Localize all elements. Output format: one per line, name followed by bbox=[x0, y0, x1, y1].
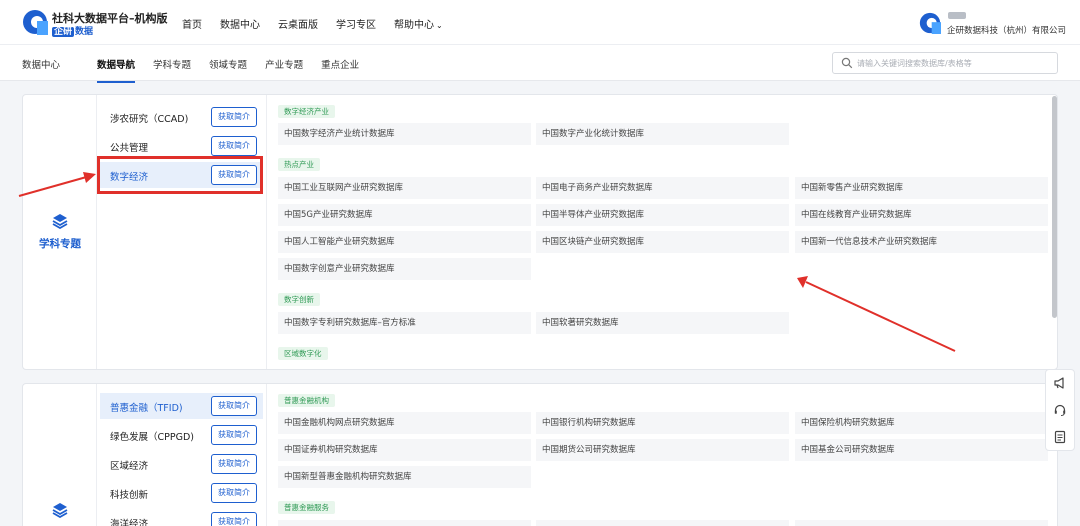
top-header: 社科大数据平台–机构版 企研 数据 首页 数据中心 云桌面版 学习专区 帮助中心 ⌄… bbox=[0, 0, 1080, 45]
subnav-domain-topics[interactable]: 领域专题 bbox=[209, 57, 247, 71]
database-item[interactable]: 中国期货公司研究数据库 bbox=[536, 439, 789, 461]
subject-panel-1: 学科专题 涉农研究（CCAD) 获取简介 公共管理 获取简介 数字经济 获取简介… bbox=[22, 94, 1058, 370]
database-item[interactable]: 中国数字专利研究数据库–官方标准 bbox=[278, 312, 531, 334]
database-item[interactable]: 中国基金公司研究数据库 bbox=[795, 439, 1048, 461]
get-intro-button[interactable]: 获取简介 bbox=[211, 136, 257, 156]
category-tag: 热点产业 bbox=[278, 158, 320, 171]
nav-home[interactable]: 首页 bbox=[182, 16, 202, 31]
category-tag: 数字经济产业 bbox=[278, 105, 335, 118]
database-item[interactable]: 中国新一代信息技术产业研究数据库 bbox=[795, 231, 1048, 253]
subject-name: 海洋经济 bbox=[110, 519, 149, 526]
category-tag: 普惠金融机构 bbox=[278, 394, 335, 407]
nav-help-center[interactable]: 帮助中心 ⌄ bbox=[394, 16, 443, 31]
panel-title: 学科专题 bbox=[39, 238, 81, 250]
search-box[interactable] bbox=[832, 52, 1058, 74]
subject-name: 绿色发展（CPPGD) bbox=[110, 432, 194, 443]
subnav-data-navigation[interactable]: 数据导航 bbox=[97, 57, 136, 83]
database-item[interactable]: 中国数字产业化统计数据库 bbox=[536, 123, 789, 145]
company-logo-icon[interactable] bbox=[919, 12, 941, 34]
subject-panel-2: 普惠金融（TFID) 获取简介 绿色发展（CPPGD) 获取简介 区域经济 获取… bbox=[22, 383, 1058, 526]
subnav-key-enterprises[interactable]: 重点企业 bbox=[321, 57, 359, 71]
secondary-nav: 数据中心 数据导航 学科专题 领域专题 产业专题 重点企业 bbox=[22, 57, 377, 83]
database-item[interactable]: 中国工业互联网产业研究数据库 bbox=[278, 177, 531, 199]
subject-name: 科技创新 bbox=[110, 490, 149, 501]
get-intro-button[interactable]: 获取简介 bbox=[211, 512, 257, 526]
megaphone-icon[interactable] bbox=[1053, 376, 1067, 390]
category-tag: 数字创新 bbox=[278, 293, 320, 306]
layers-icon bbox=[52, 503, 68, 518]
subject-item[interactable]: 绿色发展（CPPGD) 获取简介 bbox=[100, 422, 263, 448]
get-intro-button[interactable]: 获取简介 bbox=[211, 396, 257, 416]
subject-item[interactable]: 涉农研究（CCAD) 获取简介 bbox=[100, 104, 263, 130]
database-item[interactable]: 中国保险机构研究数据库 bbox=[795, 412, 1048, 434]
subject-name: 区域经济 bbox=[110, 461, 149, 472]
panel-category-column bbox=[23, 384, 97, 526]
subject-item[interactable]: 海洋经济 获取简介 bbox=[100, 509, 263, 526]
database-item[interactable]: 中国软著研究数据库 bbox=[536, 312, 789, 334]
database-item[interactable]: 中国银行机构研究数据库 bbox=[536, 412, 789, 434]
database-item[interactable]: 中国金融机构网点研究数据库 bbox=[278, 412, 531, 434]
category-tag: 区域数字化 bbox=[278, 347, 328, 360]
user-company[interactable]: 企研数据科技（杭州）有限公司 bbox=[947, 24, 1066, 36]
database-item[interactable]: 中国数字经济产业统计数据库 bbox=[278, 123, 531, 145]
database-item[interactable]: 中国5G产业研究数据库 bbox=[278, 204, 531, 226]
brand-tag-suffix: 数据 bbox=[75, 27, 94, 37]
subject-item[interactable]: 科技创新 获取简介 bbox=[100, 480, 263, 506]
subnav-data-center[interactable]: 数据中心 bbox=[22, 57, 60, 71]
get-intro-button[interactable]: 获取简介 bbox=[211, 107, 257, 127]
floating-toolbar bbox=[1045, 369, 1075, 451]
database-item[interactable] bbox=[795, 520, 1048, 526]
subject-name: 普惠金融（TFID) bbox=[110, 403, 183, 414]
search-input[interactable] bbox=[857, 56, 1053, 70]
highlight-box bbox=[97, 156, 263, 194]
database-item[interactable]: 中国在线教育产业研究数据库 bbox=[795, 204, 1048, 226]
get-intro-button[interactable]: 获取简介 bbox=[211, 454, 257, 474]
database-item[interactable]: 中国区块链产业研究数据库 bbox=[536, 231, 789, 253]
subject-item-selected[interactable]: 普惠金融（TFID) 获取简介 bbox=[100, 393, 263, 419]
subject-item[interactable]: 区域经济 获取简介 bbox=[100, 451, 263, 477]
subject-list: 普惠金融（TFID) 获取简介 绿色发展（CPPGD) 获取简介 区域经济 获取… bbox=[97, 384, 267, 526]
secondary-nav-bar: 数据中心 数据导航 学科专题 领域专题 产业专题 重点企业 bbox=[0, 45, 1080, 83]
nav-data-center[interactable]: 数据中心 bbox=[220, 16, 260, 31]
page-scrollbar[interactable] bbox=[1052, 96, 1057, 318]
database-item[interactable] bbox=[536, 520, 789, 526]
subject-name: 公共管理 bbox=[110, 143, 149, 154]
layers-icon bbox=[52, 214, 68, 229]
nav-learning[interactable]: 学习专区 bbox=[336, 16, 376, 31]
database-item[interactable]: 中国人工智能产业研究数据库 bbox=[278, 231, 531, 253]
logo-icon[interactable] bbox=[22, 9, 48, 35]
database-item[interactable] bbox=[278, 520, 531, 526]
document-icon[interactable] bbox=[1053, 430, 1067, 444]
subject-name: 涉农研究（CCAD) bbox=[110, 114, 189, 125]
nav-help-label: 帮助中心 bbox=[394, 20, 434, 31]
subnav-industry-topics[interactable]: 产业专题 bbox=[265, 57, 303, 71]
database-item[interactable]: 中国证券机构研究数据库 bbox=[278, 439, 531, 461]
category-tag: 普惠金融服务 bbox=[278, 501, 335, 514]
database-item[interactable]: 中国半导体产业研究数据库 bbox=[536, 204, 789, 226]
top-nav: 首页 数据中心 云桌面版 学习专区 帮助中心 ⌄ bbox=[182, 16, 443, 31]
brand-tag: 企研 bbox=[52, 27, 75, 37]
subject-list: 涉农研究（CCAD) 获取简介 公共管理 获取简介 数字经济 获取简介 bbox=[97, 95, 267, 369]
database-item[interactable]: 中国新型普惠金融机构研究数据库 bbox=[278, 466, 531, 488]
database-list: 普惠金融机构 中国金融机构网点研究数据库 中国银行机构研究数据库 中国保险机构研… bbox=[268, 384, 1057, 526]
search-icon[interactable] bbox=[841, 57, 853, 69]
get-intro-button[interactable]: 获取简介 bbox=[211, 425, 257, 445]
headset-icon[interactable] bbox=[1053, 403, 1067, 417]
database-item[interactable]: 中国电子商务产业研究数据库 bbox=[536, 177, 789, 199]
panel-category-column: 学科专题 bbox=[23, 95, 97, 369]
database-item[interactable]: 中国数字创意产业研究数据库 bbox=[278, 258, 531, 280]
subnav-subject-topics[interactable]: 学科专题 bbox=[153, 57, 191, 71]
database-item[interactable]: 中国新零售产业研究数据库 bbox=[795, 177, 1048, 199]
get-intro-button[interactable]: 获取简介 bbox=[211, 483, 257, 503]
database-list: 数字经济产业 中国数字经济产业统计数据库 中国数字产业化统计数据库 热点产业 中… bbox=[268, 95, 1057, 369]
nav-cloud-desktop[interactable]: 云桌面版 bbox=[278, 16, 318, 31]
user-name-redacted[interactable] bbox=[948, 12, 966, 19]
chevron-down-icon: ⌄ bbox=[436, 21, 443, 30]
brand-subtitle: 企研 数据 bbox=[52, 24, 93, 37]
